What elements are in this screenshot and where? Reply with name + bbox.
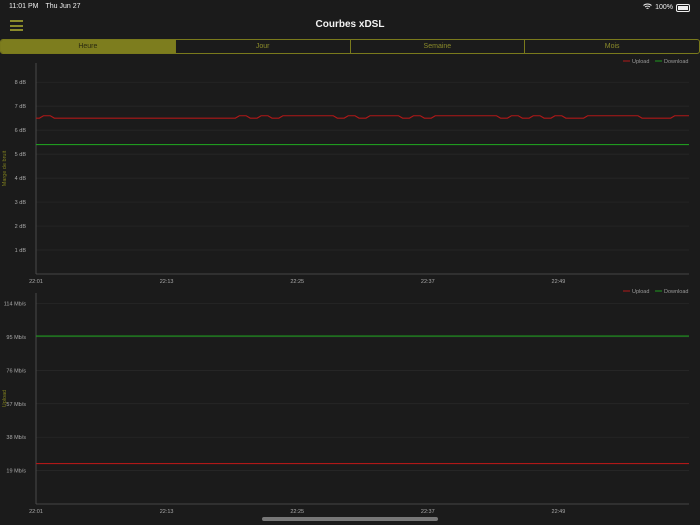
- x-tick-label: 22:49: [552, 279, 566, 285]
- tab-semaine[interactable]: Semaine: [349, 40, 525, 53]
- tab-jour[interactable]: Jour: [174, 40, 350, 53]
- page-title: Courbes xDSL: [315, 19, 385, 30]
- y-tick-label: 3 dB: [15, 200, 27, 206]
- x-tick-label: 22:01: [29, 509, 43, 515]
- x-tick-label: 22:25: [290, 509, 304, 515]
- x-tick-label: 22:25: [290, 279, 304, 285]
- wifi-icon: [643, 3, 652, 12]
- y-tick-label: 114 Mb/s: [4, 302, 26, 308]
- series-line-upload: [36, 115, 689, 119]
- x-tick-label: 22:37: [421, 509, 435, 515]
- period-segmented-control: Heure Jour Semaine Mois: [0, 39, 700, 54]
- y-tick-label: 38 Mb/s: [6, 435, 26, 441]
- status-date: Thu Jun 27: [45, 3, 81, 10]
- x-tick-label: 22:37: [421, 279, 435, 285]
- legend-label-upload: Upload: [632, 59, 649, 65]
- x-tick-label: 22:49: [552, 509, 566, 515]
- y-tick-label: 76 Mb/s: [6, 368, 26, 374]
- tab-heure[interactable]: Heure: [1, 40, 175, 53]
- y-tick-label: 4 dB: [15, 176, 27, 182]
- y-tick-label: 2 dB: [15, 224, 27, 230]
- x-tick-label: 22:13: [160, 509, 174, 515]
- x-tick-label: 22:01: [29, 279, 43, 285]
- tab-mois[interactable]: Mois: [524, 40, 699, 53]
- y-axis-label: Upload: [2, 390, 8, 407]
- upload-rate-chart: 19 Mb/s 38 Mb/s 57 Mb/s 76 Mb/s 95 Mb/s 114 M…: [2, 289, 689, 515]
- legend-label-upload: Upload: [632, 289, 649, 295]
- y-tick-label: 95 Mb/s: [6, 335, 26, 341]
- y-tick-label: 5 dB: [15, 152, 27, 158]
- legend-label-download: Download: [664, 289, 688, 295]
- y-tick-label: 6 dB: [15, 128, 27, 134]
- y-tick-label: 8 dB: [15, 80, 27, 86]
- noise-margin-chart: 1 dB 2 dB 3 dB 4 dB 5 dB 6 dB 7 dB 8 dB 22:01 22:…: [2, 59, 689, 285]
- status-time: 11:01 PM: [9, 3, 39, 10]
- y-axis-label: Marge de bruit: [2, 150, 8, 186]
- y-tick-label: 19 Mb/s: [6, 469, 26, 475]
- y-tick-label: 7 dB: [15, 104, 27, 110]
- battery-icon: [676, 3, 690, 12]
- status-bar: 11:01 PM Thu Jun 27 100%: [0, 0, 700, 14]
- y-tick-label: 1 dB: [15, 248, 27, 254]
- y-tick-label: 57 Mb/s: [6, 402, 26, 408]
- legend-label-download: Download: [664, 59, 688, 65]
- home-indicator[interactable]: [262, 517, 438, 521]
- battery-percent: 100%: [655, 4, 673, 11]
- x-tick-label: 22:13: [160, 279, 174, 285]
